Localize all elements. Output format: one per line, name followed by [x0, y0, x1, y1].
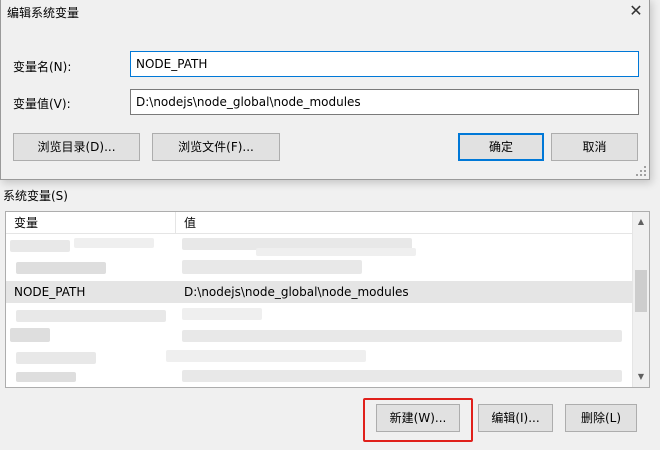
resize-grip-icon[interactable]: [636, 166, 646, 176]
new-button[interactable]: 新建(W)...: [376, 404, 460, 432]
edit-button[interactable]: 编辑(I)...: [478, 404, 553, 432]
browse-file-button[interactable]: 浏览文件(F)...: [152, 133, 280, 161]
ok-button[interactable]: 确定: [458, 133, 544, 161]
list-header: 变量 值: [6, 212, 633, 234]
cancel-button[interactable]: 取消: [551, 133, 638, 161]
edit-system-variable-dialog: 编辑系统变量 ✕ 变量名(N): NODE_PATH 变量值(V): D:\no…: [0, 0, 650, 180]
variable-value-label: 变量值(V):: [13, 97, 71, 111]
column-header-value[interactable]: 值: [176, 212, 633, 234]
row-variable-value: D:\nodejs\node_global\node_modules: [184, 285, 409, 299]
dialog-title: 编辑系统变量: [7, 6, 80, 20]
system-variables-list[interactable]: 变量 值 NODE_PATH D:\nodejs\node_global\nod…: [5, 211, 650, 388]
close-icon[interactable]: ✕: [625, 1, 647, 21]
column-header-variable[interactable]: 变量: [6, 212, 176, 234]
variable-value-input[interactable]: D:\nodejs\node_global\node_modules: [130, 89, 639, 115]
delete-button[interactable]: 删除(L): [565, 404, 637, 432]
vertical-scrollbar[interactable]: ▲ ▼: [632, 212, 649, 387]
scroll-down-icon[interactable]: ▼: [633, 369, 649, 385]
row-variable-name: NODE_PATH: [14, 285, 86, 299]
variable-name-input[interactable]: NODE_PATH: [130, 51, 639, 77]
scroll-thumb[interactable]: [635, 270, 647, 312]
system-variables-label: 系统变量(S): [3, 189, 68, 203]
variable-name-label: 变量名(N):: [13, 60, 72, 74]
browse-directory-button[interactable]: 浏览目录(D)...: [13, 133, 140, 161]
scroll-up-icon[interactable]: ▲: [633, 214, 649, 230]
table-row-selected[interactable]: NODE_PATH D:\nodejs\node_global\node_mod…: [6, 281, 633, 303]
